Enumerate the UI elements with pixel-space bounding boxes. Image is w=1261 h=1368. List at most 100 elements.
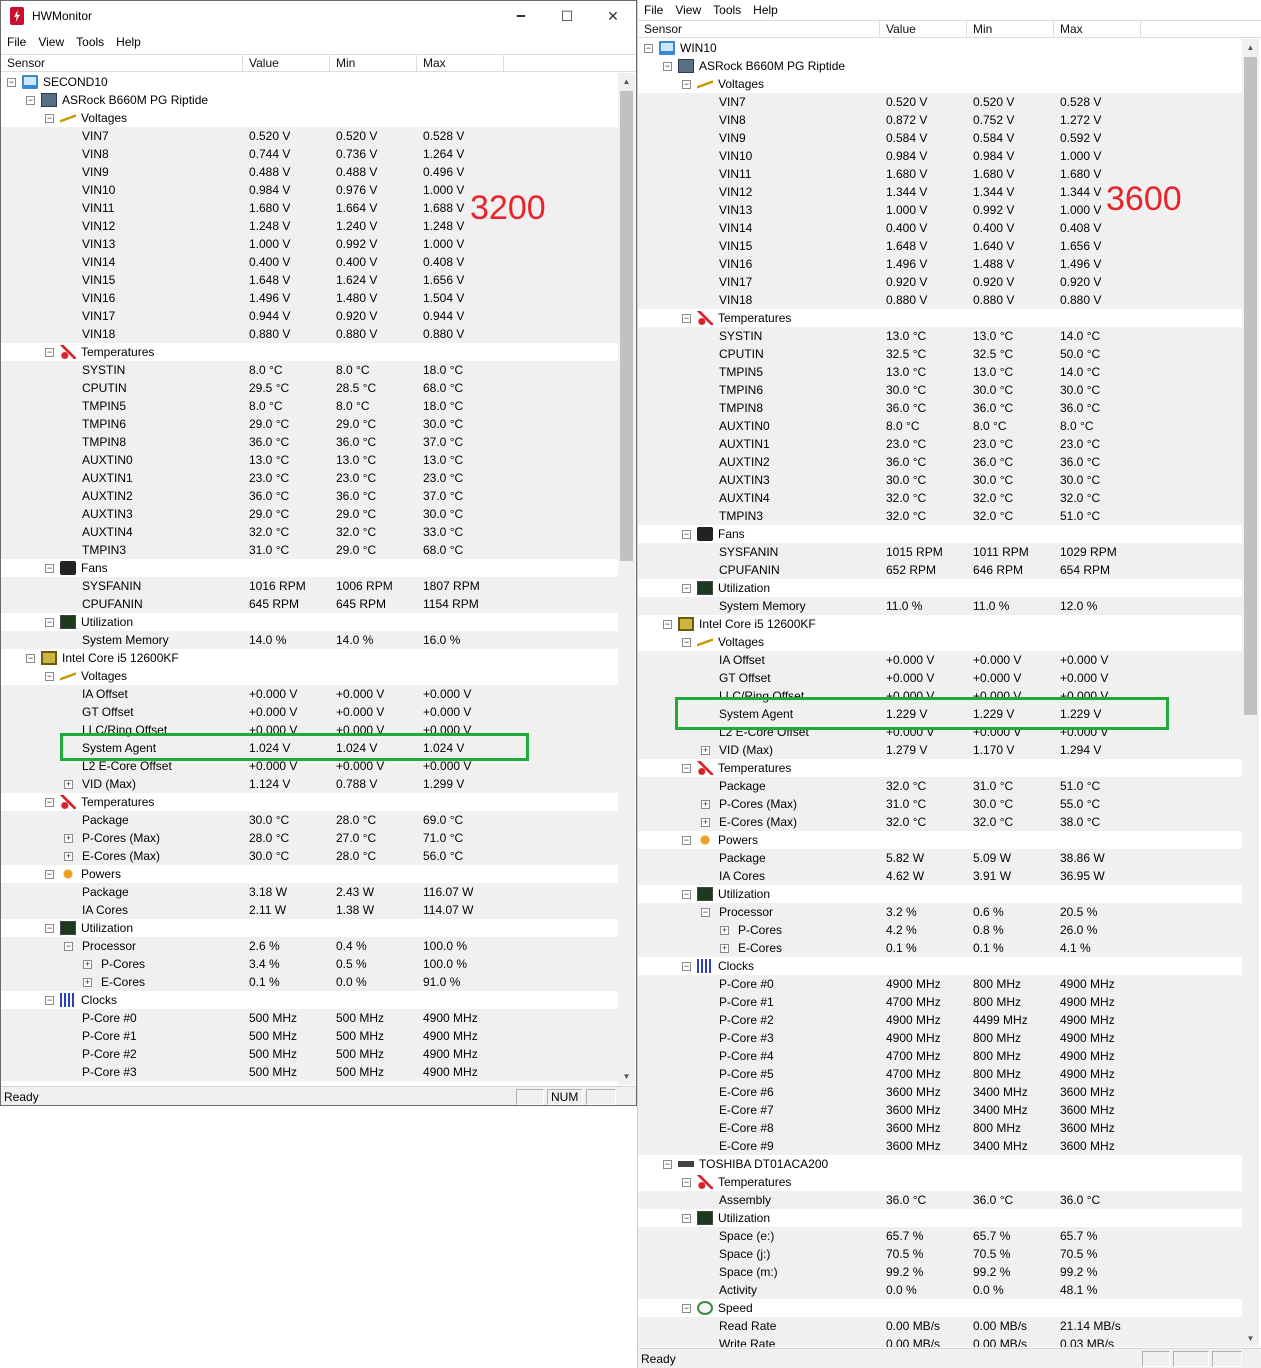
menu-view[interactable]: View	[32, 35, 70, 49]
tree-row[interactable]: − Voltages	[1, 667, 618, 685]
menu-tools[interactable]: Tools	[70, 35, 110, 49]
collapse-toggle-icon[interactable]: −	[701, 908, 710, 917]
tree-row[interactable]: IA Cores 4.62 W 3.91 W 36.95 W	[638, 867, 1242, 885]
column-max[interactable]: Max	[1054, 21, 1141, 38]
tree-row[interactable]: VIN14 0.400 V 0.400 V 0.408 V	[638, 219, 1242, 237]
collapse-toggle-icon[interactable]: −	[682, 314, 691, 323]
collapse-toggle-icon[interactable]: −	[45, 798, 54, 807]
tree-row[interactable]: Read Rate 0.00 MB/s 0.00 MB/s 21.14 MB/s	[638, 1317, 1242, 1335]
tree-row[interactable]: − Processor 2.6 % 0.4 % 100.0 %	[1, 937, 618, 955]
tree-row[interactable]: System Memory 14.0 % 14.0 % 16.0 %	[1, 631, 618, 649]
tree-row[interactable]: TMPIN8 36.0 °C 36.0 °C 37.0 °C	[1, 433, 618, 451]
tree-row[interactable]: CPUFANIN 645 RPM 645 RPM 1154 RPM	[1, 595, 618, 613]
menu-file[interactable]: File	[638, 3, 669, 17]
tree-row[interactable]: VIN18 0.880 V 0.880 V 0.880 V	[1, 325, 618, 343]
tree-row[interactable]: − Speed	[638, 1299, 1242, 1317]
collapse-toggle-icon[interactable]: −	[45, 996, 54, 1005]
tree-row[interactable]: IA Cores 2.11 W 1.38 W 114.07 W	[1, 901, 618, 919]
expand-toggle-icon[interactable]: +	[701, 800, 710, 809]
tree-row[interactable]: AUXTIN0 13.0 °C 13.0 °C 13.0 °C	[1, 451, 618, 469]
tree-row[interactable]: AUXTIN4 32.0 °C 32.0 °C 32.0 °C	[638, 489, 1242, 507]
tree-row[interactable]: AUXTIN0 8.0 °C 8.0 °C 8.0 °C	[638, 417, 1242, 435]
tree-row[interactable]: + E-Cores 0.1 % 0.0 % 91.0 %	[1, 973, 618, 991]
tree-row[interactable]: VIN7 0.520 V 0.520 V 0.528 V	[1, 127, 618, 145]
expand-toggle-icon[interactable]: +	[83, 978, 92, 987]
minimize-button[interactable]: 🗕	[498, 1, 544, 31]
tree-row[interactable]: + E-Cores (Max) 32.0 °C 32.0 °C 38.0 °C	[638, 813, 1242, 831]
tree-row[interactable]: P-Core #0 4900 MHz 800 MHz 4900 MHz	[638, 975, 1242, 993]
tree-row[interactable]: − ASRock B660M PG Riptide	[638, 57, 1242, 75]
tree-row[interactable]: TMPIN6 29.0 °C 29.0 °C 30.0 °C	[1, 415, 618, 433]
tree-row[interactable]: System Memory 11.0 % 11.0 % 12.0 %	[638, 597, 1242, 615]
tree-row[interactable]: − Fans	[638, 525, 1242, 543]
tree-row[interactable]: VIN8 0.744 V 0.736 V 1.264 V	[1, 145, 618, 163]
tree-row[interactable]: − Processor 3.2 % 0.6 % 20.5 %	[638, 903, 1242, 921]
tree-row[interactable]: Write Rate 0.00 MB/s 0.00 MB/s 0.03 MB/s	[638, 1335, 1242, 1347]
column-sensor[interactable]: Sensor	[1, 55, 243, 72]
collapse-toggle-icon[interactable]: −	[45, 924, 54, 933]
collapse-toggle-icon[interactable]: −	[26, 96, 35, 105]
tree-row[interactable]: + E-Cores (Max) 30.0 °C 28.0 °C 56.0 °C	[1, 847, 618, 865]
tree-row[interactable]: IA Offset +0.000 V +0.000 V +0.000 V	[1, 685, 618, 703]
tree-row[interactable]: − TOSHIBA DT01ACA200	[638, 1155, 1242, 1173]
collapse-toggle-icon[interactable]: −	[682, 584, 691, 593]
collapse-toggle-icon[interactable]: −	[682, 80, 691, 89]
scroll-down-icon[interactable]: ▼	[618, 1068, 635, 1085]
tree-row[interactable]: VIN18 0.880 V 0.880 V 0.880 V	[638, 291, 1242, 309]
collapse-toggle-icon[interactable]: −	[663, 1160, 672, 1169]
title-bar[interactable]: HWMonitor 🗕 ☐ ✕	[1, 1, 636, 31]
maximize-button[interactable]: ☐	[544, 1, 590, 31]
tree-row[interactable]: − Clocks	[1, 991, 618, 1009]
tree-row[interactable]: VIN7 0.520 V 0.520 V 0.528 V	[638, 93, 1242, 111]
tree-row[interactable]: Package 32.0 °C 31.0 °C 51.0 °C	[638, 777, 1242, 795]
tree-row[interactable]: − Temperatures	[638, 1173, 1242, 1191]
tree-row[interactable]: VIN10 0.984 V 0.984 V 1.000 V	[638, 147, 1242, 165]
tree-row[interactable]: VIN16 1.496 V 1.480 V 1.504 V	[1, 289, 618, 307]
collapse-toggle-icon[interactable]: −	[682, 1214, 691, 1223]
tree-row[interactable]: − Powers	[1, 865, 618, 883]
expand-toggle-icon[interactable]: +	[64, 852, 73, 861]
menu-view[interactable]: View	[669, 3, 707, 17]
tree-row[interactable]: + VID (Max) 1.279 V 1.170 V 1.294 V	[638, 741, 1242, 759]
tree-row[interactable]: P-Core #2 4900 MHz 4499 MHz 4900 MHz	[638, 1011, 1242, 1029]
tree-row[interactable]: AUXTIN1 23.0 °C 23.0 °C 23.0 °C	[638, 435, 1242, 453]
tree-row[interactable]: Package 5.82 W 5.09 W 38.86 W	[638, 849, 1242, 867]
column-min[interactable]: Min	[330, 55, 417, 72]
column-value[interactable]: Value	[243, 55, 330, 72]
tree-row[interactable]: Space (j:) 70.5 % 70.5 % 70.5 %	[638, 1245, 1242, 1263]
scroll-thumb[interactable]	[1244, 57, 1257, 715]
tree-row[interactable]: P-Core #0 500 MHz 500 MHz 4900 MHz	[1, 1009, 618, 1027]
tree-row[interactable]: − ASRock B660M PG Riptide	[1, 91, 618, 109]
column-value[interactable]: Value	[880, 21, 967, 38]
tree-row[interactable]: TMPIN3 32.0 °C 32.0 °C 51.0 °C	[638, 507, 1242, 525]
tree-row[interactable]: − Temperatures	[1, 793, 618, 811]
tree-row[interactable]: TMPIN3 31.0 °C 29.0 °C 68.0 °C	[1, 541, 618, 559]
tree-row[interactable]: − Fans	[1, 559, 618, 577]
tree-row[interactable]: VIN8 0.872 V 0.752 V 1.272 V	[638, 111, 1242, 129]
tree-row[interactable]: AUXTIN4 32.0 °C 32.0 °C 33.0 °C	[1, 523, 618, 541]
tree-row[interactable]: E-Core #8 3600 MHz 800 MHz 3600 MHz	[638, 1119, 1242, 1137]
collapse-toggle-icon[interactable]: −	[45, 348, 54, 357]
tree-row[interactable]: VIN9 0.584 V 0.584 V 0.592 V	[638, 129, 1242, 147]
tree-row[interactable]: SYSTIN 8.0 °C 8.0 °C 18.0 °C	[1, 361, 618, 379]
tree-row[interactable]: − Intel Core i5 12600KF	[1, 649, 618, 667]
expand-toggle-icon[interactable]: +	[701, 746, 710, 755]
tree-row[interactable]: TMPIN6 30.0 °C 30.0 °C 30.0 °C	[638, 381, 1242, 399]
tree-row[interactable]: − Utilization	[1, 919, 618, 937]
tree-row[interactable]: + P-Cores 4.2 % 0.8 % 26.0 %	[638, 921, 1242, 939]
tree-row[interactable]: P-Core #3 4900 MHz 800 MHz 4900 MHz	[638, 1029, 1242, 1047]
tree-row[interactable]: AUXTIN3 30.0 °C 30.0 °C 30.0 °C	[638, 471, 1242, 489]
vertical-scrollbar[interactable]: ▲ ▼	[1242, 39, 1259, 1347]
tree-row[interactable]: AUXTIN1 23.0 °C 23.0 °C 23.0 °C	[1, 469, 618, 487]
tree-row[interactable]: VIN17 0.944 V 0.920 V 0.944 V	[1, 307, 618, 325]
tree-row[interactable]: − WIN10	[638, 39, 1242, 57]
tree-row[interactable]: Space (m:) 99.2 % 99.2 % 99.2 %	[638, 1263, 1242, 1281]
collapse-toggle-icon[interactable]: −	[45, 114, 54, 123]
tree-row[interactable]: SYSFANIN 1016 RPM 1006 RPM 1807 RPM	[1, 577, 618, 595]
collapse-toggle-icon[interactable]: −	[26, 654, 35, 663]
tree-row[interactable]: E-Core #9 3600 MHz 3400 MHz 3600 MHz	[638, 1137, 1242, 1155]
tree-row[interactable]: TMPIN8 36.0 °C 36.0 °C 36.0 °C	[638, 399, 1242, 417]
tree-row[interactable]: IA Offset +0.000 V +0.000 V +0.000 V	[638, 651, 1242, 669]
expand-toggle-icon[interactable]: +	[64, 780, 73, 789]
menu-tools[interactable]: Tools	[707, 3, 747, 17]
